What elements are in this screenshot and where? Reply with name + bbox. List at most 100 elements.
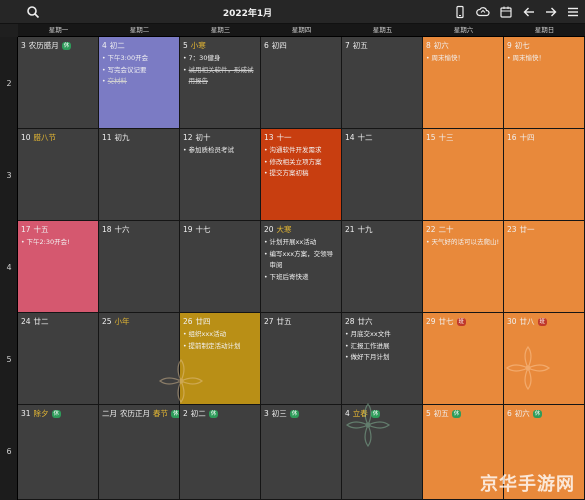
event-item[interactable]: • 组织xxx活动 [183, 329, 258, 341]
day-cell[interactable]: 16 十四 [504, 129, 585, 221]
event-item[interactable]: • 周末愉快！ [426, 53, 501, 65]
day-cell[interactable]: 18 十六 [99, 221, 180, 313]
day-cell[interactable]: 13 十一 • 沟通软件开发需求 • 修改相关立项方案 • 提交方案初稿 [261, 129, 342, 221]
day-cell[interactable]: 26 廿四 • 组织xxx活动 • 提前制定活动计划 [180, 313, 261, 405]
day-number: 15 [426, 133, 436, 142]
event-item[interactable]: • 编写xxx方案，交领导审阅 [264, 249, 339, 272]
event-item[interactable]: • 做好下月计划 [345, 352, 420, 364]
day-cell[interactable]: 3 农历腊月休 [18, 37, 99, 129]
day-number: 4 [345, 409, 350, 418]
day-number: 18 [102, 225, 112, 234]
day-cell[interactable]: 22 二十 • 天气好的话可以去爬山! [423, 221, 504, 313]
event-item[interactable]: • 参加质检员考试 [183, 145, 258, 157]
day-cell[interactable]: 24 廿二 [18, 313, 99, 405]
day-cell[interactable]: 6 初四 [261, 37, 342, 129]
event-item[interactable]: • 周末愉快！ [507, 53, 582, 65]
day-cell[interactable]: 4 初二 • 下午3:00开会 • 写完会议记要 • 交材料 [99, 37, 180, 129]
calendar-icon[interactable] [499, 5, 513, 19]
event-item[interactable]: • 写完会议记要 [102, 65, 177, 77]
day-cell[interactable]: 8 初六 • 周末愉快！ [423, 37, 504, 129]
holiday-badge: 休 [532, 409, 543, 418]
lunar-date: 廿四 [195, 317, 211, 326]
event-list: • 周末愉快！ [507, 53, 582, 65]
day-cell[interactable]: 二月 农历正月 春节休 [99, 405, 180, 500]
day-cell[interactable]: 30 廿八班 [504, 313, 585, 405]
day-header: 27 廿五 [264, 316, 292, 327]
week-number: 6 [6, 447, 12, 456]
event-item[interactable]: • 沟通软件开发需求 [264, 145, 339, 157]
cloud-sync-icon[interactable] [476, 5, 490, 19]
event-text: 试用相关软件，形成试用报告 [188, 65, 254, 86]
watermark-text: 京华手游网 [480, 474, 575, 495]
event-text: 提交方案初稿 [269, 169, 309, 177]
day-cell[interactable]: 21 十九 [342, 221, 423, 313]
day-header: 25 小年 [102, 316, 130, 327]
day-number: 22 [426, 225, 436, 234]
menu-icon[interactable] [566, 5, 580, 19]
day-cell[interactable]: 31 除夕休 [18, 405, 99, 500]
lunar-date: 十五 [33, 225, 49, 234]
lunar-date: 农历正月 [120, 409, 150, 418]
event-item[interactable]: • 下午3:00开会 [102, 53, 177, 65]
month-title[interactable]: 2022年1月 [0, 6, 495, 19]
event-item[interactable]: • 修改相关立项方案 [264, 157, 339, 169]
event-list: • 天气好的话可以去爬山! [426, 237, 501, 249]
event-text: 周末愉快！ [512, 54, 546, 62]
day-number: 8 [426, 41, 431, 50]
forward-arrow-icon[interactable] [544, 5, 558, 19]
day-header: 6 初六休 [507, 408, 543, 419]
bullet-icon: • [345, 342, 349, 350]
day-number: 11 [102, 133, 112, 142]
day-cell[interactable]: 5 小寒 • 7：30健身 • 试用相关软件，形成试用报告 [180, 37, 261, 129]
event-item[interactable]: • 下班后寄快递 [264, 272, 339, 284]
day-cell[interactable]: 7 初五 [342, 37, 423, 129]
back-arrow-icon[interactable] [522, 5, 536, 19]
day-cell[interactable]: 3 初三休 [261, 405, 342, 500]
day-cell[interactable]: 25 小年 [99, 313, 180, 405]
phone-icon[interactable] [453, 5, 467, 19]
lunar-date: 小年 [114, 317, 130, 326]
day-cell[interactable]: 12 初十 • 参加质检员考试 [180, 129, 261, 221]
bullet-icon: • [264, 170, 268, 177]
day-number: 3 [264, 409, 269, 418]
lunar-date: 立春 [352, 409, 368, 418]
day-header: 24 廿二 [21, 316, 49, 327]
day-cell[interactable]: 15 十三 [423, 129, 504, 221]
day-cell[interactable]: 10 腊八节 [18, 129, 99, 221]
day-cell[interactable]: 20 大寒 • 计划开展xx活动 • 编写xxx方案，交领导审阅 • 下班后寄快递 [261, 221, 342, 313]
event-item[interactable]: • 月底交xx文件 [345, 329, 420, 341]
event-item[interactable]: • 试用相关软件，形成试用报告 [183, 65, 258, 88]
event-item[interactable]: • 下午2:30开会! [21, 237, 96, 249]
bullet-icon: • [102, 78, 106, 85]
day-header: 19 十七 [183, 224, 211, 235]
day-cell[interactable]: 17 十五 • 下午2:30开会! [18, 221, 99, 313]
day-number: 27 [264, 317, 274, 326]
toolbar: 2022年1月 [0, 0, 585, 24]
day-number: 6 [507, 409, 512, 418]
day-cell[interactable]: 23 廿一 [504, 221, 585, 313]
event-item[interactable]: • 7：30健身 [183, 53, 258, 65]
event-list: • 周末愉快！ [426, 53, 501, 65]
event-item[interactable]: • 计划开展xx活动 [264, 237, 339, 249]
day-cell[interactable]: 29 廿七班 [423, 313, 504, 405]
bullet-icon: • [264, 147, 268, 154]
lunar-date: 廿七 [438, 317, 454, 326]
event-item[interactable]: • 天气好的话可以去爬山! [426, 237, 501, 249]
event-item[interactable]: • 提交方案初稿 [264, 168, 339, 180]
day-header: 10 腊八节 [21, 132, 56, 143]
event-item[interactable]: • 交材料 [102, 76, 177, 88]
event-item[interactable]: • 提前制定活动计划 [183, 341, 258, 353]
day-cell[interactable]: 4 立春休 [342, 405, 423, 500]
day-cell[interactable]: 19 十七 [180, 221, 261, 313]
day-cell[interactable]: 11 初九 [99, 129, 180, 221]
lunar-date: 十四 [519, 133, 535, 142]
day-cell[interactable]: 28 廿六 • 月底交xx文件 • 汇报工作进展 • 做好下月计划 [342, 313, 423, 405]
day-cell[interactable]: 14 十二 [342, 129, 423, 221]
lunar-date: 初四 [271, 41, 287, 50]
day-cell[interactable]: 9 初七 • 周末愉快！ [504, 37, 585, 129]
event-item[interactable]: • 汇报工作进展 [345, 341, 420, 353]
lunar-date: 大寒 [276, 225, 292, 234]
day-cell[interactable]: 2 初二休 [180, 405, 261, 500]
day-cell[interactable]: 27 廿五 [261, 313, 342, 405]
day-header: 22 二十 [426, 224, 454, 235]
